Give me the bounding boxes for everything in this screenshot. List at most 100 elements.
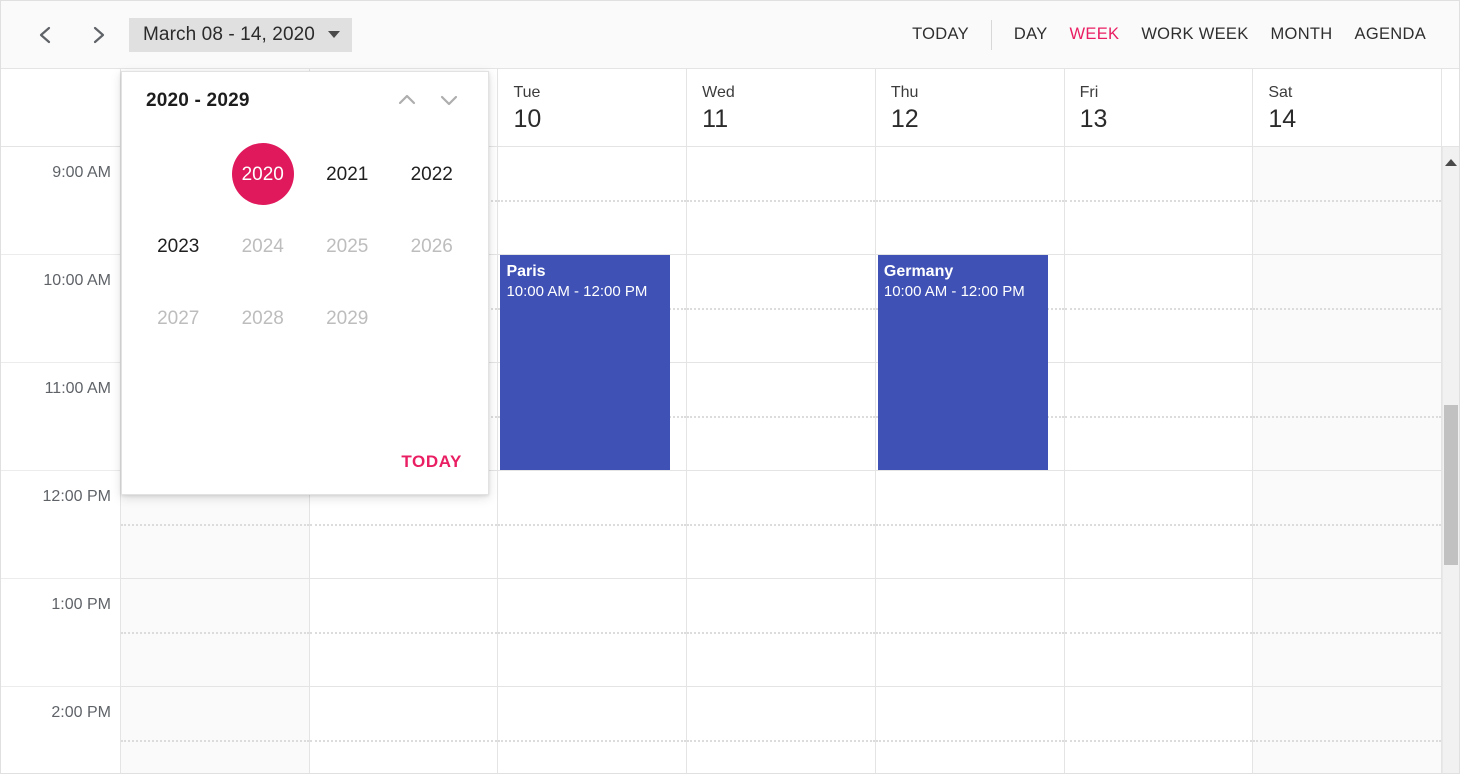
scrollbar-up-button[interactable] [1443, 147, 1459, 177]
year-cell-empty [136, 138, 221, 210]
year-cell-2021[interactable]: 2021 [305, 138, 390, 210]
hour-cell[interactable] [1064, 687, 1253, 773]
day-column-fri[interactable] [1064, 147, 1254, 773]
year-grid: 2020 2021 2022 2023 2024 2025 2026 2027 … [122, 130, 488, 354]
hour-cell[interactable] [1253, 255, 1442, 363]
hour-cell[interactable] [309, 687, 498, 773]
calendar-app: March 08 - 14, 2020 TODAY DAY WEEK WORK … [0, 0, 1460, 774]
year-cell-2020[interactable]: 2020 [221, 138, 306, 210]
view-button-day[interactable]: DAY [1003, 19, 1059, 50]
year-cell-2023[interactable]: 2023 [136, 210, 221, 282]
day-name: Sat [1268, 84, 1293, 101]
hour-cell[interactable] [687, 363, 875, 471]
hour-cell[interactable] [875, 147, 1064, 255]
time-slot: 12:00 PM [1, 471, 120, 579]
hour-cell[interactable] [121, 687, 309, 773]
view-button-agenda[interactable]: AGENDA [1344, 19, 1437, 50]
year-label: 2021 [326, 163, 369, 185]
view-button-work-week[interactable]: WORK WEEK [1130, 19, 1259, 50]
event-time: 10:00 AM - 12:00 PM [883, 283, 1025, 300]
previous-period-button[interactable] [29, 18, 63, 52]
scrollbar-thumb[interactable] [1444, 405, 1458, 565]
year-cell-2026: 2026 [390, 210, 475, 282]
year-picker-today-button[interactable]: TODAY [401, 452, 462, 472]
hour-cell[interactable] [1064, 147, 1253, 255]
hour-cell[interactable] [498, 687, 686, 773]
day-header-wed[interactable]: Wed 11 [687, 69, 876, 146]
hour-cell[interactable] [498, 579, 687, 687]
day-number: 11 [702, 105, 729, 133]
day-column-sat[interactable] [1253, 147, 1443, 773]
header-gutter-corner [1, 69, 121, 146]
time-label: 9:00 AM [52, 164, 111, 181]
year-cell-2028: 2028 [221, 282, 306, 354]
hour-cell[interactable] [498, 471, 687, 579]
year-label: 2022 [410, 163, 453, 185]
hour-cell[interactable] [1253, 579, 1442, 687]
today-button[interactable]: TODAY [901, 19, 980, 50]
day-header-fri[interactable]: Fri 13 [1064, 69, 1254, 146]
hour-cell[interactable] [875, 687, 1064, 773]
hour-cell[interactable] [121, 579, 309, 687]
time-slot: 11:00 AM [1, 363, 120, 471]
year-label: 2020 [231, 143, 294, 205]
year-cell-2029: 2029 [305, 282, 390, 354]
hour-cell[interactable] [687, 687, 875, 773]
year-label: 2029 [326, 307, 369, 329]
hour-cell[interactable] [1064, 255, 1253, 363]
year-picker-next-button[interactable] [428, 80, 470, 122]
event-title: Germany [883, 263, 954, 280]
year-cell-2022[interactable]: 2022 [390, 138, 475, 210]
day-number: 13 [1079, 105, 1108, 133]
hour-cell[interactable] [875, 579, 1064, 687]
hour-cell[interactable] [1253, 687, 1441, 773]
year-picker-prev-button[interactable] [386, 80, 428, 122]
vertical-scrollbar[interactable] [1442, 147, 1459, 773]
view-switcher: TODAY DAY WEEK WORK WEEK MONTH AGENDA [901, 19, 1459, 50]
event-germany[interactable]: Germany 10:00 AM - 12:00 PM [877, 255, 1048, 470]
time-label: 2:00 PM [51, 704, 111, 721]
next-period-button[interactable] [81, 18, 115, 52]
triangle-up-icon [1445, 158, 1457, 166]
date-range-label: March 08 - 14, 2020 [143, 23, 315, 45]
day-number: 12 [890, 105, 919, 133]
event-paris[interactable]: Paris 10:00 AM - 12:00 PM [500, 255, 671, 470]
day-name: Wed [702, 84, 735, 101]
hour-cell[interactable] [1064, 471, 1253, 579]
hour-cell[interactable] [687, 471, 875, 579]
hour-cell[interactable] [1253, 363, 1442, 471]
hour-cell[interactable] [1253, 147, 1442, 255]
day-header-thu[interactable]: Thu 12 [875, 69, 1065, 146]
day-column-thu[interactable]: Germany 10:00 AM - 12:00 PM [875, 147, 1065, 773]
day-name: Tue [513, 84, 541, 101]
year-cell-2027: 2027 [136, 282, 221, 354]
year-picker-nav [386, 80, 470, 122]
hour-cell[interactable] [309, 579, 498, 687]
day-number: 14 [1268, 105, 1297, 133]
year-picker-header: 2020 - 2029 [122, 72, 488, 130]
day-column-tue[interactable]: Paris 10:00 AM - 12:00 PM [498, 147, 688, 773]
year-picker-popup: 2020 - 2029 2020 2021 2022 2023 2024 202… [121, 71, 489, 495]
day-header-tue[interactable]: Tue 10 [498, 69, 688, 146]
hour-cell[interactable] [498, 147, 687, 255]
time-slot: 1:00 PM [1, 579, 120, 687]
view-button-week[interactable]: WEEK [1059, 19, 1131, 50]
time-label: 11:00 AM [44, 380, 111, 397]
hour-cell[interactable] [875, 471, 1064, 579]
hour-cell[interactable] [687, 255, 875, 363]
hour-cell[interactable] [687, 147, 875, 255]
chevron-up-icon [395, 88, 419, 115]
hour-cell[interactable] [1253, 471, 1442, 579]
year-picker-footer: TODAY [122, 430, 488, 494]
day-column-wed[interactable] [687, 147, 876, 773]
day-header-sat[interactable]: Sat 14 [1253, 69, 1443, 146]
year-label: 2023 [157, 235, 200, 257]
day-name: Fri [1079, 84, 1099, 101]
hour-cell[interactable] [1064, 579, 1253, 687]
hour-cell[interactable] [1064, 363, 1253, 471]
date-range-dropdown[interactable]: March 08 - 14, 2020 [129, 17, 352, 52]
hour-cell[interactable] [687, 579, 875, 687]
event-title: Paris [506, 263, 546, 280]
view-button-month[interactable]: MONTH [1260, 19, 1344, 50]
year-label: 2025 [326, 235, 369, 257]
